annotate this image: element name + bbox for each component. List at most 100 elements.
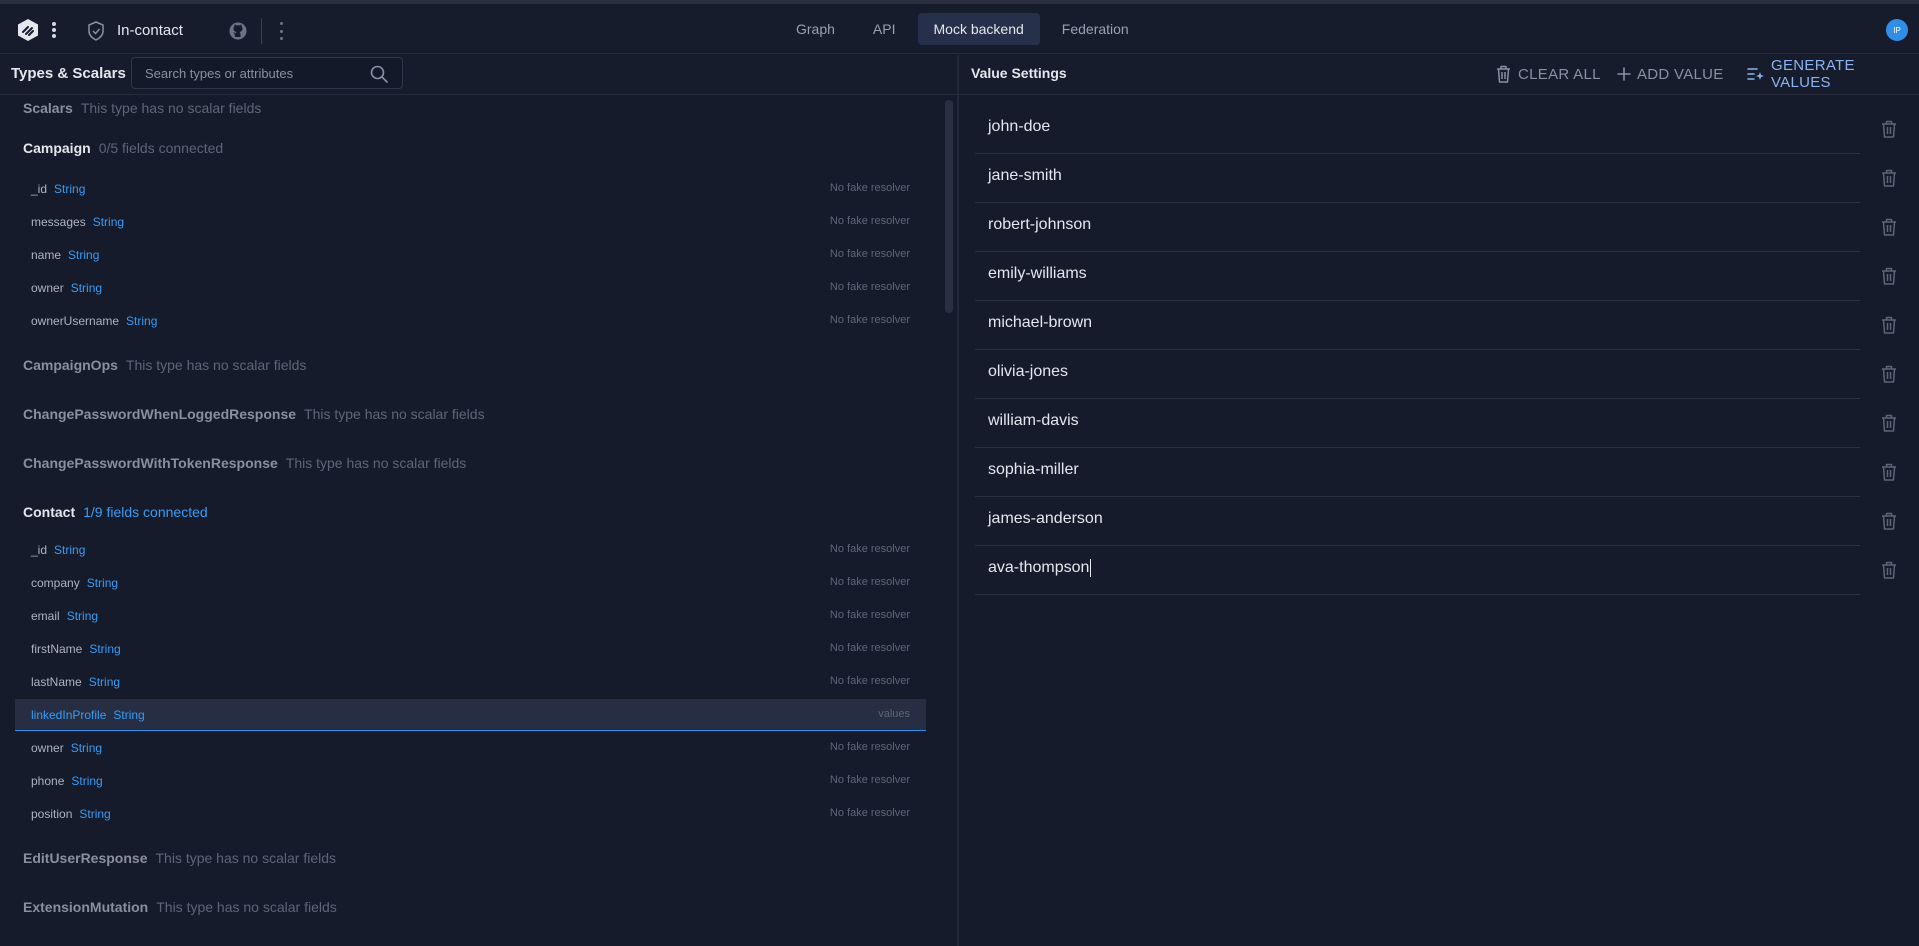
value-text[interactable]: john-doe: [988, 118, 1050, 136]
type-header-extension-mutation[interactable]: ExtensionMutation This type has no scala…: [23, 896, 337, 918]
value-row[interactable]: michael-brown: [975, 301, 1860, 350]
type-name: ChangePasswordWithTokenResponse: [23, 455, 278, 471]
field-row[interactable]: company String No fake resolver: [15, 567, 926, 599]
field-status: No fake resolver: [829, 543, 910, 555]
type-name: Campaign: [23, 140, 91, 156]
field-row[interactable]: owner String No fake resolver: [15, 732, 926, 764]
field-status: No fake resolver: [829, 741, 910, 753]
field-label: ownerUsername String: [31, 314, 157, 328]
type-header-edit-user-response[interactable]: EditUserResponse This type has no scalar…: [23, 847, 336, 869]
scrollbar-thumb[interactable]: [945, 100, 953, 313]
trash-icon[interactable]: [1880, 217, 1898, 237]
field-name: owner: [31, 741, 64, 755]
field-type: String: [126, 314, 158, 328]
clear-all-label: CLEAR ALL: [1518, 65, 1601, 83]
type-note: 1/9 fields connected: [83, 504, 208, 520]
trash-icon[interactable]: [1880, 560, 1898, 580]
value-text[interactable]: sophia-miller: [988, 461, 1079, 479]
value-row[interactable]: william-davis: [975, 399, 1860, 448]
field-row[interactable]: owner String No fake resolver: [15, 272, 926, 304]
field-label: linkedInProfile String: [31, 708, 145, 722]
project-name[interactable]: In-contact: [117, 22, 183, 39]
field-label: messages String: [31, 215, 124, 229]
value-row[interactable]: emily-williams: [975, 252, 1860, 301]
trash-icon[interactable]: [1880, 511, 1898, 531]
value-text[interactable]: robert-johnson: [988, 216, 1091, 234]
trash-icon: [1497, 65, 1510, 83]
generate-values-label: GENERATE VALUES: [1770, 57, 1855, 91]
panel-divider[interactable]: [957, 55, 959, 946]
value-row-active[interactable]: ava-thompson: [975, 546, 1860, 595]
type-header-change-password-token[interactable]: ChangePasswordWithTokenResponse This typ…: [23, 452, 466, 474]
types-scrollbar[interactable]: [945, 95, 953, 946]
add-value-button[interactable]: ADD VALUE: [1617, 63, 1724, 85]
value-text[interactable]: jane-smith: [988, 167, 1062, 185]
type-header-campaign[interactable]: Campaign 0/5 fields connected: [23, 137, 223, 159]
value-text[interactable]: emily-williams: [988, 265, 1087, 283]
type-header-scalars[interactable]: Scalars This type has no scalar fields: [23, 97, 261, 119]
value-row[interactable]: olivia-jones: [975, 350, 1860, 399]
type-note: This type has no scalar fields: [80, 100, 262, 116]
field-type: String: [79, 807, 111, 821]
trash-icon[interactable]: [1880, 119, 1898, 139]
type-header-contact[interactable]: Contact 1/9 fields connected: [23, 501, 208, 523]
user-avatar[interactable]: IP: [1886, 19, 1908, 41]
type-note: This type has no scalar fields: [285, 455, 467, 471]
value-row[interactable]: john-doe: [975, 105, 1860, 154]
github-icon[interactable]: [228, 21, 248, 41]
value-row[interactable]: jane-smith: [975, 154, 1860, 203]
trash-icon[interactable]: [1880, 462, 1898, 482]
app-menu-icon[interactable]: [50, 20, 58, 40]
field-row[interactable]: _id String No fake resolver: [15, 173, 926, 205]
tab-api[interactable]: API: [857, 13, 912, 45]
tab-mock-backend[interactable]: Mock backend: [917, 13, 1040, 45]
value-row[interactable]: james-anderson: [975, 497, 1860, 546]
search-input[interactable]: [145, 66, 365, 81]
field-status: No fake resolver: [829, 281, 910, 293]
value-settings-title: Value Settings: [971, 65, 1067, 81]
more-options-icon[interactable]: [278, 22, 284, 40]
field-name: email: [31, 609, 60, 623]
tab-federation[interactable]: Federation: [1046, 13, 1145, 45]
value-row[interactable]: robert-johnson: [975, 203, 1860, 252]
field-row[interactable]: messages String No fake resolver: [15, 206, 926, 238]
trash-icon[interactable]: [1880, 413, 1898, 433]
type-name: ChangePasswordWhenLoggedResponse: [23, 406, 297, 422]
value-text[interactable]: william-davis: [988, 412, 1079, 430]
field-row[interactable]: _id String No fake resolver: [15, 534, 926, 566]
value-text[interactable]: james-anderson: [988, 510, 1103, 528]
trash-icon[interactable]: [1880, 364, 1898, 384]
trash-icon[interactable]: [1880, 315, 1898, 335]
field-status: No fake resolver: [829, 774, 910, 786]
app-logo-icon[interactable]: [16, 18, 40, 42]
tab-graph[interactable]: Graph: [780, 13, 851, 45]
field-row[interactable]: position String No fake resolver: [15, 798, 926, 830]
field-row[interactable]: name String No fake resolver: [15, 239, 926, 271]
search-icon[interactable]: [369, 64, 389, 84]
generate-values-button[interactable]: GENERATE VALUES: [1747, 57, 1919, 91]
type-header-campaignops[interactable]: CampaignOps This type has no scalar fiel…: [23, 354, 306, 376]
field-name: _id: [31, 543, 48, 557]
field-row[interactable]: lastName String No fake resolver: [15, 666, 926, 698]
value-text[interactable]: olivia-jones: [988, 363, 1068, 381]
value-text-input[interactable]: ava-thompson: [988, 559, 1092, 577]
field-row[interactable]: email String No fake resolver: [15, 600, 926, 632]
value-row[interactable]: sophia-miller: [975, 448, 1860, 497]
type-header-change-password-logged[interactable]: ChangePasswordWhenLoggedResponse This ty…: [23, 403, 485, 425]
field-row[interactable]: firstName String No fake resolver: [15, 633, 926, 665]
search-field[interactable]: [131, 57, 403, 89]
field-row-selected[interactable]: linkedInProfile String values: [15, 699, 926, 731]
value-text[interactable]: michael-brown: [988, 314, 1092, 332]
type-note: This type has no scalar fields: [304, 406, 485, 422]
value-text: ava-thompson: [988, 559, 1090, 577]
field-row[interactable]: phone String No fake resolver: [15, 765, 926, 797]
trash-icon[interactable]: [1880, 266, 1898, 286]
type-note: 0/5 fields connected: [98, 140, 224, 156]
field-type: String: [68, 248, 100, 262]
field-status: No fake resolver: [829, 314, 910, 326]
clear-all-button[interactable]: CLEAR ALL: [1495, 63, 1601, 85]
field-label: _id String: [31, 543, 85, 557]
trash-icon[interactable]: [1880, 168, 1898, 188]
field-row[interactable]: ownerUsername String No fake resolver: [15, 305, 926, 337]
field-label: company String: [31, 576, 118, 590]
